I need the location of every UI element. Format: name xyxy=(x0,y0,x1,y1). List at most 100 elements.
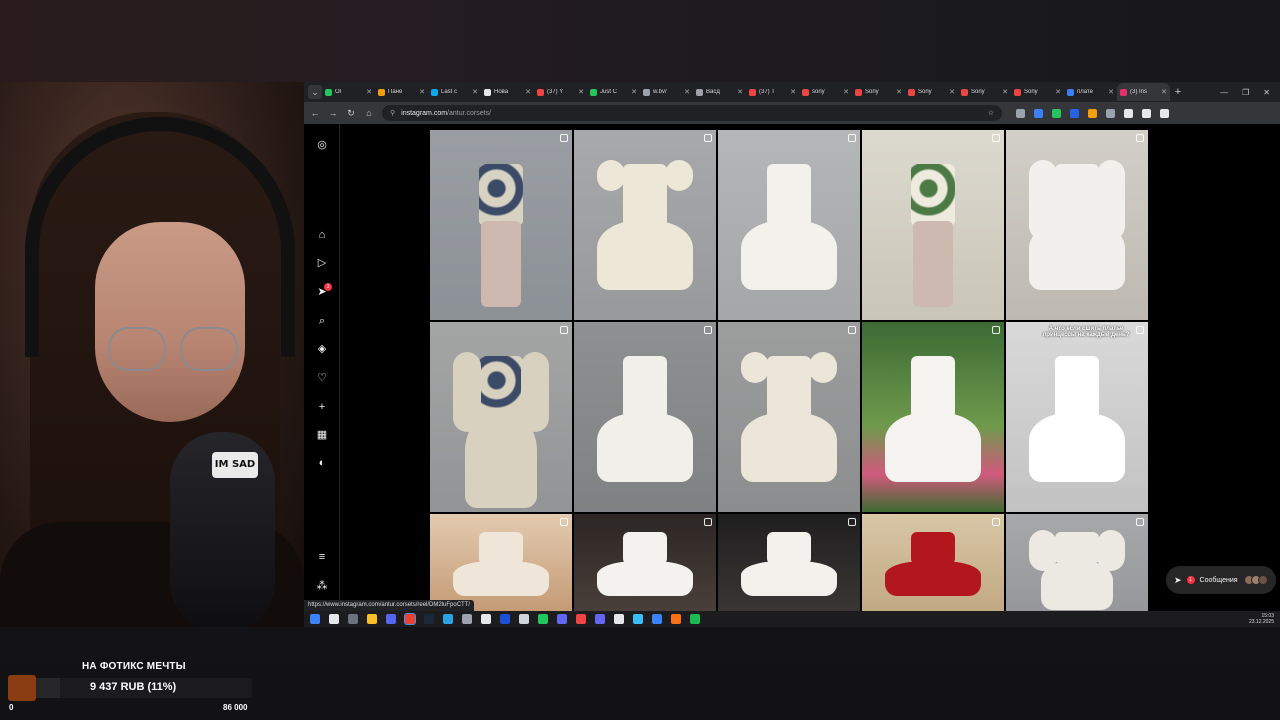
post-thumbnail[interactable] xyxy=(862,130,1004,320)
post-thumbnail[interactable] xyxy=(1006,514,1148,612)
tab-close-icon[interactable]: ✕ xyxy=(525,88,531,96)
home-icon[interactable]: ⌂ xyxy=(364,108,374,118)
chrome-icon[interactable] xyxy=(404,613,416,625)
close-icon[interactable]: ✕ xyxy=(1263,88,1270,97)
messages-button[interactable]: ➤ 1 Сообщения xyxy=(1166,566,1276,594)
browser-tab[interactable]: плате ✕ xyxy=(1064,83,1117,101)
browser-tab[interactable]: (37) Y ✕ xyxy=(534,83,587,101)
reels-nav-icon[interactable]: ▷ xyxy=(315,256,329,270)
telegram-icon[interactable] xyxy=(443,614,453,624)
tab-close-icon[interactable]: ✕ xyxy=(1161,88,1167,96)
browser-tab[interactable]: (37) T ✕ xyxy=(746,83,799,101)
tab-close-icon[interactable]: ✕ xyxy=(631,88,637,96)
tab-close-icon[interactable]: ✕ xyxy=(419,88,425,96)
tab-close-icon[interactable]: ✕ xyxy=(843,88,849,96)
explore-icon[interactable]: ◈ xyxy=(315,342,329,356)
post-thumbnail[interactable] xyxy=(718,130,860,320)
post-thumbnail[interactable] xyxy=(430,322,572,512)
minimize-icon[interactable]: — xyxy=(1220,88,1228,97)
app-icon[interactable] xyxy=(671,614,681,624)
notifications-heart-icon[interactable]: ♡ xyxy=(315,371,329,385)
post-thumbnail[interactable] xyxy=(430,514,572,612)
tab-close-icon[interactable]: ✕ xyxy=(896,88,902,96)
tab-close-icon[interactable]: ✕ xyxy=(1108,88,1114,96)
post-thumbnail[interactable]: А что если сшить платье принцессы на каж… xyxy=(1006,322,1148,512)
extension-icon[interactable] xyxy=(1088,108,1097,118)
search-icon[interactable]: ⌕ xyxy=(315,314,329,328)
post-thumbnail[interactable] xyxy=(862,322,1004,512)
tab-search-button[interactable]: ⌄ xyxy=(308,85,322,99)
reload-icon[interactable]: ↻ xyxy=(346,108,356,119)
file-icon[interactable] xyxy=(614,614,624,624)
post-thumbnail[interactable] xyxy=(1006,130,1148,320)
browser-tab[interactable]: Пане ✕ xyxy=(375,83,428,101)
task-view-icon[interactable] xyxy=(348,614,358,624)
dashboard-icon[interactable]: ▦ xyxy=(315,428,329,442)
tab-close-icon[interactable]: ✕ xyxy=(1055,88,1061,96)
search-icon[interactable] xyxy=(329,614,339,624)
app-icon[interactable] xyxy=(462,614,472,624)
post-thumbnail[interactable] xyxy=(574,130,716,320)
taskbar-clock[interactable]: 15:03 23.12.2025 xyxy=(1249,613,1280,625)
tab-close-icon[interactable]: ✕ xyxy=(790,88,796,96)
bookmark-star-icon[interactable]: ☆ xyxy=(988,109,994,117)
forward-icon[interactable]: → xyxy=(328,108,338,118)
tab-close-icon[interactable]: ✕ xyxy=(472,88,478,96)
browser-tab[interactable]: Sony ✕ xyxy=(1011,83,1064,101)
browser-tab[interactable]: Last c ✕ xyxy=(428,83,481,101)
browser-tab[interactable]: Васд ✕ xyxy=(693,83,746,101)
tab-close-icon[interactable]: ✕ xyxy=(949,88,955,96)
create-icon[interactable]: + xyxy=(315,400,329,414)
downloads-icon[interactable] xyxy=(1124,108,1133,118)
extensions-puzzle-icon[interactable] xyxy=(1106,108,1115,118)
post-thumbnail[interactable] xyxy=(574,514,716,612)
post-thumbnail[interactable] xyxy=(862,514,1004,612)
lc-icon[interactable] xyxy=(500,614,510,624)
browser-tab[interactable]: Sony ✕ xyxy=(852,83,905,101)
tab-close-icon[interactable]: ✕ xyxy=(578,88,584,96)
browser-tab[interactable]: Just C ✕ xyxy=(587,83,640,101)
browser-tab[interactable]: sony ✕ xyxy=(799,83,852,101)
extension-icon[interactable] xyxy=(1070,108,1079,118)
post-thumbnail[interactable] xyxy=(430,130,572,320)
spotify-icon[interactable] xyxy=(690,614,700,624)
instagram-logo-icon[interactable]: ◎ xyxy=(315,138,329,152)
home-nav-icon[interactable]: ⌂ xyxy=(315,228,329,242)
browser-tab[interactable]: OI ✕ xyxy=(322,83,375,101)
also-from-meta-icon[interactable]: ⁂ xyxy=(315,579,329,593)
file-icon[interactable] xyxy=(481,614,491,624)
site-info-icon[interactable]: ⚲ xyxy=(390,109,395,117)
tab-close-icon[interactable]: ✕ xyxy=(737,88,743,96)
new-tab-button[interactable]: + xyxy=(1170,86,1186,98)
stats-icon[interactable] xyxy=(652,614,662,624)
start-icon[interactable] xyxy=(310,614,320,624)
app-icon[interactable] xyxy=(557,614,567,624)
profile-icon[interactable] xyxy=(1142,108,1151,118)
discord-icon[interactable] xyxy=(386,614,396,624)
menu-icon[interactable] xyxy=(1160,108,1169,118)
browser-tab[interactable]: (3) Ins ✕ xyxy=(1117,83,1170,101)
app-icon[interactable] xyxy=(595,614,605,624)
yandex-icon[interactable] xyxy=(576,614,586,624)
browser-tab[interactable]: w.bv/ ✕ xyxy=(640,83,693,101)
browser-tab[interactable]: Sony ✕ xyxy=(905,83,958,101)
tab-close-icon[interactable]: ✕ xyxy=(366,88,372,96)
app-icon[interactable] xyxy=(519,614,529,624)
extension-icon[interactable] xyxy=(1016,108,1025,118)
tab-close-icon[interactable]: ✕ xyxy=(1002,88,1008,96)
restore-icon[interactable]: ❐ xyxy=(1242,88,1249,97)
address-input[interactable]: ⚲ instagram.com/antur.corsets/ ☆ xyxy=(382,105,1002,121)
browser-tab[interactable]: Нова ✕ xyxy=(481,83,534,101)
profile-avatar-icon[interactable]: ◐ xyxy=(315,456,329,470)
tab-close-icon[interactable]: ✕ xyxy=(684,88,690,96)
extension-icon[interactable] xyxy=(1034,108,1043,118)
explorer-icon[interactable] xyxy=(367,614,377,624)
steam-icon[interactable] xyxy=(424,614,434,624)
post-thumbnail[interactable] xyxy=(574,322,716,512)
post-thumbnail[interactable] xyxy=(718,514,860,612)
app-icon[interactable] xyxy=(538,614,548,624)
browser-tab[interactable]: Sony ✕ xyxy=(958,83,1011,101)
more-menu-icon[interactable]: ≡ xyxy=(315,550,329,564)
extension-icon[interactable] xyxy=(1052,108,1061,118)
post-thumbnail[interactable] xyxy=(718,322,860,512)
